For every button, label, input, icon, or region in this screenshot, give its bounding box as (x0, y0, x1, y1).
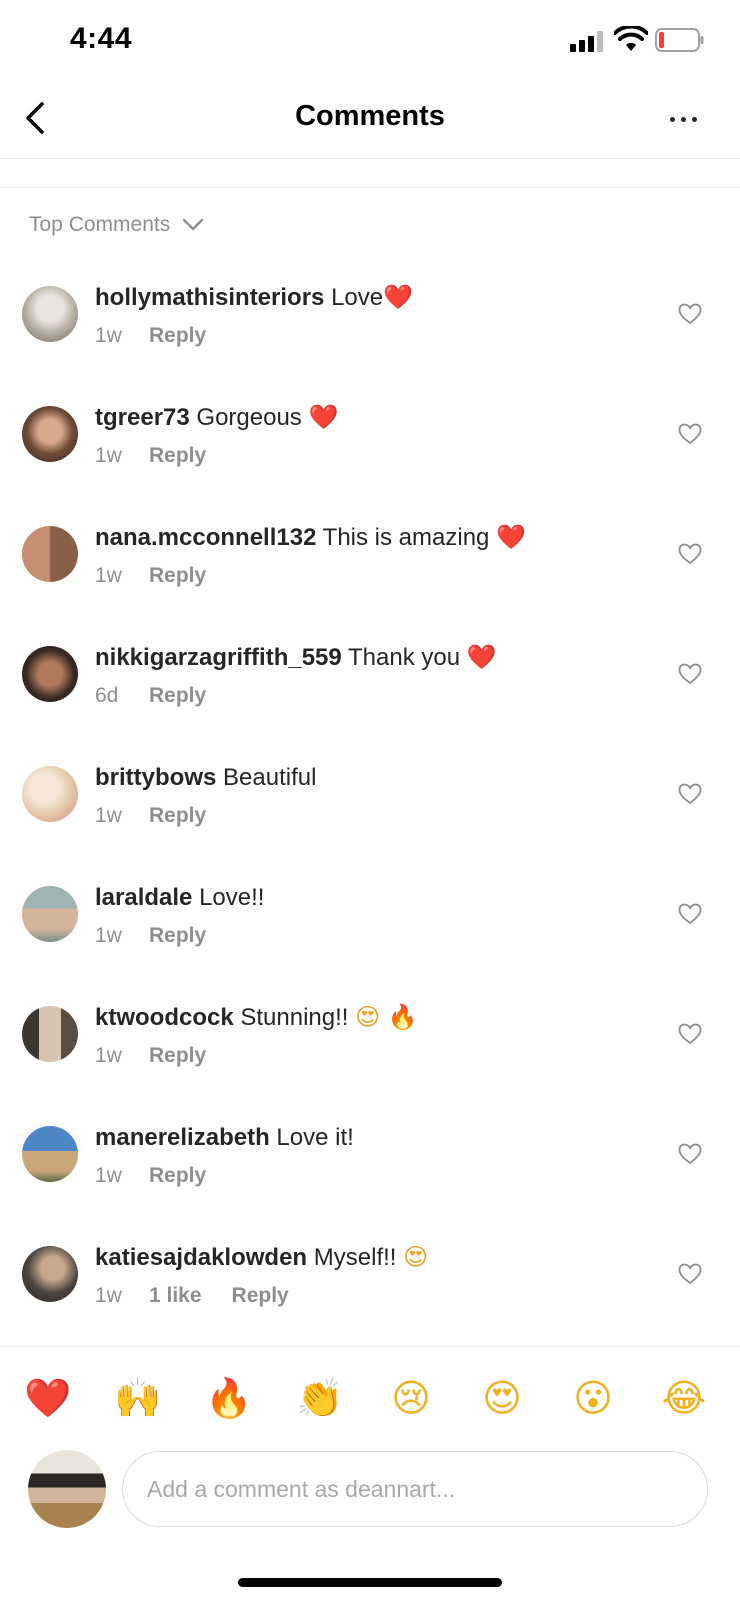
chevron-down-icon (182, 218, 204, 231)
reply-button[interactable]: Reply (149, 324, 206, 348)
comment-age: 1w (95, 444, 122, 467)
reply-button[interactable]: Reply (232, 1284, 289, 1308)
nav-header: Comments (0, 80, 740, 159)
reply-button[interactable]: Reply (149, 1164, 206, 1188)
comment-input[interactable] (145, 1452, 689, 1526)
comment-username[interactable]: katiesajdaklowden (95, 1244, 307, 1271)
comment-row: katiesajdaklowden Myself!! 😍 1w 1 like R… (0, 1243, 740, 1356)
comment-row: manerelizabeth Love it! 1w Reply (0, 1124, 740, 1236)
comment-row: laraldale Love!! 1w Reply (0, 884, 740, 996)
avatar[interactable] (22, 286, 78, 342)
comment-username[interactable]: manerelizabeth (95, 1124, 270, 1151)
emoji-heart-eyes[interactable]: 😍 (477, 1373, 527, 1423)
comment-text: Myself!! (313, 1244, 404, 1271)
like-heart-icon[interactable] (678, 663, 702, 685)
like-heart-icon[interactable] (678, 1263, 702, 1285)
like-heart-icon[interactable] (678, 543, 702, 565)
comment-row: ktwoodcock Stunning!! 😍 🔥 1w Reply (0, 1003, 740, 1116)
divider (0, 187, 740, 188)
reply-button[interactable]: Reply (149, 684, 206, 708)
comment-username[interactable]: hollymathisinteriors (95, 284, 324, 311)
comment-age: 1w (95, 924, 122, 947)
comment-text: Stunning!! (240, 1004, 356, 1031)
comment-emoji: ❤️ (308, 403, 339, 431)
comment-text: Love!! (199, 884, 265, 911)
avatar[interactable] (22, 1126, 78, 1182)
like-heart-icon[interactable] (678, 423, 702, 445)
reply-button[interactable]: Reply (149, 924, 206, 948)
battery-low-icon (655, 28, 704, 52)
home-indicator (238, 1578, 502, 1587)
comment-age: 6d (95, 684, 119, 707)
page-title: Comments (295, 100, 445, 132)
avatar[interactable] (22, 1006, 78, 1062)
comment-age: 1w (95, 1284, 122, 1307)
likes-count[interactable]: 1 like (149, 1284, 202, 1308)
sort-dropdown[interactable]: Top Comments (29, 210, 204, 240)
comment-row: nikkigarzagriffith_559 Thank you ❤️ 6d R… (0, 643, 740, 756)
emoji-surprised-face[interactable]: 😮 (568, 1373, 618, 1423)
like-heart-icon[interactable] (678, 1143, 702, 1165)
reply-button[interactable]: Reply (149, 1044, 206, 1068)
current-user-avatar (28, 1450, 106, 1528)
comment-username[interactable]: nana.mcconnell132 (95, 524, 316, 551)
comment-input-wrapper (122, 1451, 708, 1527)
avatar[interactable] (22, 1246, 78, 1302)
comment-text: Beautiful (223, 764, 317, 791)
comment-text: Love (331, 284, 384, 311)
cellular-signal-icon (570, 30, 604, 52)
comment-emoji: ❤️ (466, 643, 497, 671)
emoji-clapping-hands[interactable]: 👏 (295, 1373, 345, 1423)
comment-row: nana.mcconnell132 This is amazing ❤️ 1w … (0, 523, 740, 636)
comment-text: Thank you (347, 644, 467, 671)
comment-age: 1w (95, 1044, 122, 1067)
comment-emoji: 😍 🔥 (355, 1003, 418, 1031)
emoji-fire[interactable]: 🔥 (204, 1373, 254, 1423)
wifi-icon (614, 26, 648, 51)
quick-emoji-bar: ❤️ 🙌 🔥 👏 😢 😍 😮 😂 (0, 1346, 740, 1433)
like-heart-icon[interactable] (678, 1023, 702, 1045)
comment-emoji: ❤️ (496, 523, 526, 551)
like-heart-icon[interactable] (678, 303, 702, 325)
like-heart-icon[interactable] (678, 783, 702, 805)
avatar[interactable] (22, 526, 78, 582)
reply-button[interactable]: Reply (149, 804, 206, 828)
emoji-red-heart[interactable]: ❤️ (23, 1373, 73, 1423)
emoji-raising-hands[interactable]: 🙌 (113, 1373, 163, 1423)
more-options-icon[interactable] (668, 104, 708, 134)
comment-age: 1w (95, 324, 122, 347)
like-heart-icon[interactable] (678, 903, 702, 925)
sort-label: Top Comments (29, 213, 171, 236)
comment-username[interactable]: ktwoodcock (95, 1004, 234, 1031)
status-bar: 4:44 (0, 0, 740, 80)
comment-text: This is amazing (322, 524, 497, 551)
comment-age: 1w (95, 1164, 122, 1187)
comment-text: Gorgeous (196, 404, 309, 431)
comment-text: Love it! (276, 1124, 354, 1151)
comment-emoji: ❤️ (383, 283, 413, 311)
comment-username[interactable]: tgreer73 (95, 404, 190, 431)
avatar[interactable] (22, 886, 78, 942)
comment-composer (0, 1440, 740, 1540)
status-time: 4:44 (70, 22, 133, 55)
avatar[interactable] (22, 646, 78, 702)
comment-emoji: 😍 (403, 1243, 429, 1271)
avatar[interactable] (22, 406, 78, 462)
comment-age: 1w (95, 804, 122, 827)
comment-row: tgreer73 Gorgeous ❤️ 1w Reply (0, 403, 740, 516)
comment-username[interactable]: nikkigarzagriffith_559 (95, 644, 342, 671)
avatar[interactable] (22, 766, 78, 822)
emoji-crying-face[interactable]: 😢 (386, 1373, 436, 1423)
reply-button[interactable]: Reply (149, 444, 206, 468)
comment-row: hollymathisinteriors Love❤️ 1w Reply (0, 283, 740, 396)
emoji-tears-of-joy[interactable]: 😂 (659, 1373, 709, 1423)
comment-row: brittybows Beautiful 1w Reply (0, 764, 740, 876)
comment-age: 1w (95, 564, 122, 587)
comment-username[interactable]: laraldale (95, 884, 192, 911)
comment-username[interactable]: brittybows (95, 764, 216, 791)
reply-button[interactable]: Reply (149, 564, 206, 588)
